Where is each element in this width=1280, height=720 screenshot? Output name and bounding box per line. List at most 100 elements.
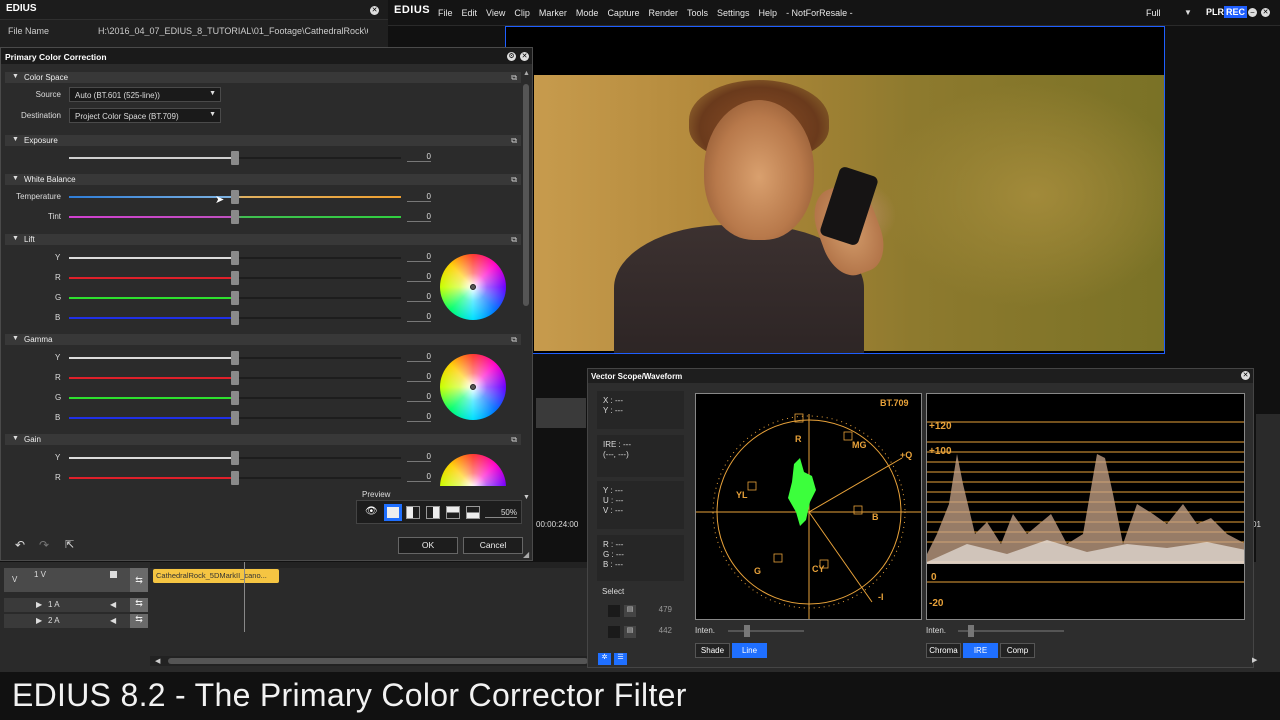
vector-scope[interactable]: BT.709 R MG +Q YL B G CY -I — [695, 393, 922, 620]
rec-label[interactable]: REC — [1224, 6, 1248, 18]
section-gain[interactable]: ▼ Gain ⧉ — [5, 434, 521, 445]
source-select[interactable]: Auto (BT.601 (525-line)) ▼ — [69, 87, 221, 102]
menu-clip[interactable]: Clip — [514, 8, 530, 18]
select-value-1[interactable]: 479 — [642, 605, 672, 614]
scroll-up-icon[interactable]: ▲ — [523, 70, 530, 77]
menu-file[interactable]: File — [438, 8, 453, 18]
menu-mode[interactable]: Mode — [576, 8, 599, 18]
export-icon[interactable]: ⇱ — [65, 538, 74, 551]
select-swatch-1[interactable] — [608, 605, 620, 617]
menu-tools[interactable]: Tools — [687, 8, 708, 18]
reset-icon[interactable]: ⧉ — [511, 435, 517, 445]
exposure-value[interactable]: 0 — [407, 152, 431, 162]
reset-icon[interactable]: ⧉ — [511, 175, 517, 185]
preview-split-horizontal-icon[interactable] — [446, 506, 460, 519]
lift-r-value[interactable]: 0 — [407, 272, 431, 282]
destination-select[interactable]: Project Color Space (BT.709) ▼ — [69, 108, 221, 123]
sync-icon[interactable]: ⇆ — [130, 568, 148, 592]
collapse-icon[interactable]: ▼ — [12, 435, 19, 442]
gamma-g-slider[interactable] — [69, 391, 401, 405]
select-icon-1[interactable]: ▤ — [624, 605, 636, 617]
gamma-g-value[interactable]: 0 — [407, 392, 431, 402]
select-icon-2[interactable]: ▤ — [624, 626, 636, 638]
menu-help[interactable]: Help — [759, 8, 778, 18]
close-icon[interactable]: ✕ — [370, 6, 379, 15]
resize-grip-icon[interactable]: ◢ — [523, 550, 529, 559]
sync-icon[interactable]: ⇆ — [130, 614, 148, 628]
play-icon[interactable]: ▶ — [36, 616, 42, 625]
gain-y-value[interactable]: 0 — [407, 452, 431, 462]
select-value-2[interactable]: 442 — [642, 626, 672, 635]
section-color-space[interactable]: ▼ Color Space ⧉ — [5, 72, 521, 83]
timeline-clip[interactable]: CathedralRock_5DMarkII_cano... — [153, 569, 279, 583]
shade-button[interactable]: Shade — [695, 643, 730, 658]
section-white-balance[interactable]: ▼ White Balance ⧉ — [5, 174, 521, 185]
ok-button[interactable]: OK — [398, 537, 458, 554]
wheel-handle[interactable] — [470, 284, 476, 290]
settings-icon[interactable]: ⚙ — [507, 52, 516, 61]
menu-view[interactable]: View — [486, 8, 505, 18]
scope-inten-slider[interactable] — [728, 625, 804, 637]
gamma-b-value[interactable]: 0 — [407, 412, 431, 422]
close-icon[interactable]: ✕ — [520, 52, 529, 61]
collapse-icon[interactable]: ▼ — [12, 73, 19, 80]
lift-y-slider[interactable] — [69, 251, 401, 265]
exposure-slider[interactable] — [69, 151, 401, 165]
collapse-icon[interactable]: ▼ — [12, 335, 19, 342]
menu-capture[interactable]: Capture — [607, 8, 639, 18]
timeline-scrollbar-thumb[interactable] — [168, 658, 588, 664]
minimize-icon[interactable]: – — [1248, 8, 1257, 17]
speaker-icon[interactable]: ◀ — [110, 600, 116, 609]
slider-knob[interactable] — [231, 151, 239, 165]
gamma-b-slider[interactable] — [69, 411, 401, 425]
playhead[interactable] — [244, 562, 245, 632]
temperature-value[interactable]: 0 — [407, 192, 431, 202]
preview-zoom[interactable]: 50% — [485, 508, 517, 518]
sync-icon[interactable]: ⇆ — [130, 598, 148, 612]
gamma-y-value[interactable]: 0 — [407, 352, 431, 362]
gamma-color-wheel[interactable] — [440, 354, 506, 420]
reset-icon[interactable]: ⧉ — [511, 235, 517, 245]
collapse-icon[interactable]: ▼ — [12, 175, 19, 182]
gain-r-value[interactable]: 0 — [407, 472, 431, 482]
gain-color-wheel[interactable] — [440, 454, 506, 486]
menu-settings[interactable]: Settings — [717, 8, 750, 18]
undo-icon[interactable]: ↶ — [15, 538, 25, 552]
cancel-button[interactable]: Cancel — [463, 537, 523, 554]
track-v-header[interactable]: V 1 V ⇆ — [4, 568, 148, 592]
reset-icon[interactable]: ⧉ — [511, 73, 517, 83]
dialog-scrollbar[interactable]: ▲ ▼ — [521, 70, 531, 506]
preview-full-icon[interactable] — [384, 504, 402, 521]
close-icon[interactable]: ✕ — [1241, 371, 1250, 380]
lift-b-value[interactable]: 0 — [407, 312, 431, 322]
menu-edit[interactable]: Edit — [462, 8, 478, 18]
gamma-y-slider[interactable] — [69, 351, 401, 365]
slider-knob[interactable] — [231, 210, 239, 224]
collapse-icon[interactable]: ▼ — [12, 235, 19, 242]
section-exposure[interactable]: ▼ Exposure ⧉ — [5, 135, 521, 146]
gamma-r-value[interactable]: 0 — [407, 372, 431, 382]
close-icon[interactable]: ✕ — [1261, 8, 1270, 17]
menu-marker[interactable]: Marker — [539, 8, 567, 18]
ire-button[interactable]: IRE — [963, 643, 998, 658]
preview-split-vertical-right-icon[interactable] — [426, 506, 440, 519]
reset-icon[interactable]: ⧉ — [511, 335, 517, 345]
dialog-scrollbar-thumb[interactable] — [523, 84, 529, 306]
scroll-down-icon[interactable]: ▼ — [523, 494, 530, 501]
gamma-r-slider[interactable] — [69, 371, 401, 385]
tint-value[interactable]: 0 — [407, 212, 431, 222]
track-1a-header[interactable]: ▶ 1 A ◀ ⇆ — [4, 598, 148, 612]
chroma-button[interactable]: Chroma — [926, 643, 961, 658]
reset-icon[interactable]: ⧉ — [511, 136, 517, 146]
redo-icon[interactable]: ↷ — [39, 538, 49, 552]
scroll-right-icon[interactable]: ▶ — [1252, 656, 1257, 664]
collapse-icon[interactable]: ▼ — [12, 136, 19, 143]
gain-y-slider[interactable] — [69, 451, 401, 465]
plr-label[interactable]: PLR — [1206, 7, 1224, 17]
eye-icon[interactable]: 👁 — [365, 506, 378, 517]
slider-knob[interactable] — [744, 625, 750, 637]
section-lift[interactable]: ▼ Lift ⧉ — [5, 234, 521, 245]
line-button[interactable]: Line — [732, 643, 767, 658]
lift-g-slider[interactable] — [69, 291, 401, 305]
scroll-left-icon[interactable]: ◀ — [155, 657, 160, 665]
